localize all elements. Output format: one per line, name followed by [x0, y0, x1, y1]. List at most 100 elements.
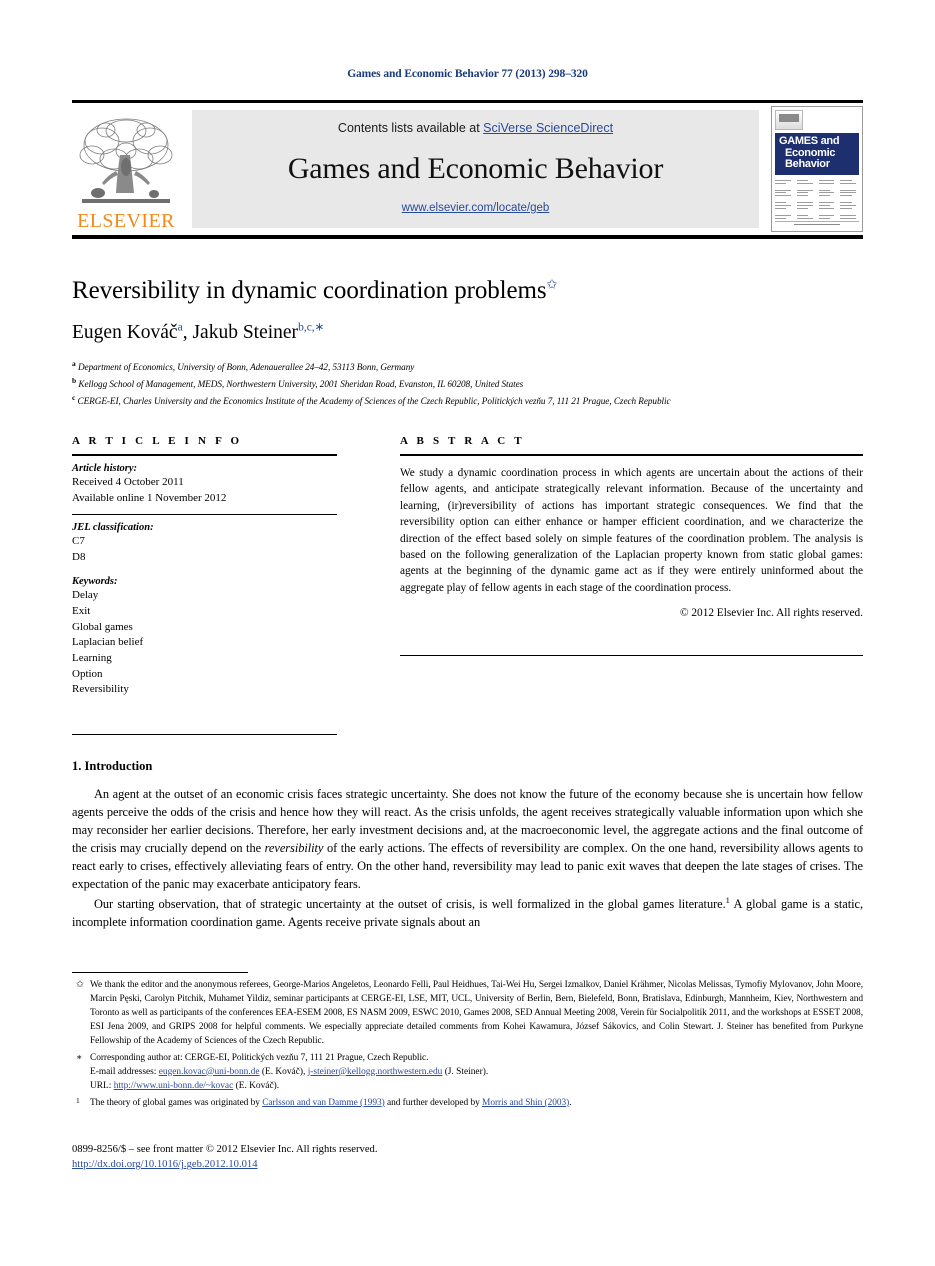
affiliation-item: c CERGE-EI, Charles University and the E…	[72, 392, 863, 409]
acknowledgement-text: We thank the editor and the anonymous re…	[90, 980, 863, 1047]
doi-link[interactable]: http://dx.doi.org/10.1016/j.geb.2012.10.…	[72, 1159, 258, 1170]
introduction-section: 1. Introduction An agent at the outset o…	[72, 759, 863, 932]
abstract-text: We study a dynamic coordination process …	[400, 467, 863, 594]
email-owner-2: (J. Steiner).	[442, 1066, 489, 1077]
paper-title-text: Reversibility in dynamic coordination pr…	[72, 277, 547, 304]
keywords-label: Keywords:	[72, 576, 118, 588]
journal-cover-thumbnail[interactable]: GAMES and Economic Behavior	[771, 106, 863, 232]
section-heading: 1. Introduction	[72, 759, 863, 774]
jel-label: JEL classification:	[72, 522, 154, 534]
paragraph: An agent at the outset of an economic cr…	[72, 786, 863, 894]
jel-classification-group: JEL classification: C7 D8 Keywords: Dela…	[72, 515, 337, 705]
footnote-1-part: .	[569, 1097, 572, 1108]
affiliation-mark: a	[72, 359, 76, 369]
emphasis-reversibility: reversibility	[264, 840, 324, 855]
affiliation-item: a Department of Economics, University of…	[72, 358, 863, 375]
cover-title-line-3: Behavior	[785, 158, 830, 171]
article-info-heading: A R T I C L E I N F O	[72, 435, 243, 448]
article-history-label: Article history:	[72, 463, 138, 475]
footnote-block: ✩ We thank the editor and the anonymous …	[72, 972, 863, 1110]
elsevier-wordmark: ELSEVIER	[77, 210, 175, 232]
paragraph: Our starting observation, that of strate…	[72, 894, 863, 932]
contents-prefix: Contents lists available at	[337, 121, 484, 135]
cover-title-line-1: GAMES and	[779, 135, 840, 148]
sciencedirect-link[interactable]: SciVerse ScienceDirect	[483, 121, 613, 135]
corresponding-author-text: Corresponding author at: CERGE-EI, Polit…	[90, 1052, 429, 1063]
acknowledgement-footnote: ✩ We thank the editor and the anonymous …	[72, 978, 863, 1049]
url-line: URL: http://www.uni-bonn.de/~kovac (E. K…	[72, 1079, 863, 1094]
affiliation-mark: c	[72, 393, 76, 403]
author-affiliation-mark-1[interactable]: a	[178, 321, 183, 333]
affiliation-text: CERGE-EI, Charles University and the Eco…	[77, 396, 671, 407]
journal-band: Contents lists available at SciVerse Sci…	[192, 110, 759, 228]
jel-code: D8	[72, 550, 86, 563]
section-title: Introduction	[84, 758, 153, 773]
page-content: Games and Economic Behavior 77 (2013) 29…	[72, 0, 863, 932]
citation-link-carlsson-van-damme[interactable]: Carlsson and van Damme (1993)	[262, 1098, 385, 1108]
available-online-date: Available online 1 November 2012	[72, 491, 227, 504]
keyword-item: Global games	[72, 620, 133, 633]
issn-line: 0899-8256/$ – see front matter © 2012 El…	[72, 1144, 378, 1155]
acknowledgement-star-icon: ✩	[76, 980, 84, 990]
divider	[72, 733, 337, 735]
received-date: Received 4 October 2011	[72, 476, 184, 489]
footnote-separator-rule	[72, 972, 248, 973]
cover-contents-columns	[775, 178, 859, 219]
corresponding-author-footnote: ∗ Corresponding author at: CERGE-EI, Pol…	[72, 1051, 863, 1065]
affiliation-item: b Kellogg School of Management, MEDS, No…	[72, 375, 863, 392]
running-head: Games and Economic Behavior 77 (2013) 29…	[347, 68, 588, 80]
corresponding-author-star-icon[interactable]: ∗	[315, 321, 325, 333]
email-link-kovac[interactable]: eugen.kovac@uni-bonn.de	[159, 1067, 260, 1077]
author-affiliation-mark-2[interactable]: b,c,	[298, 321, 315, 333]
citation-link-morris-shin[interactable]: Morris and Shin (2003)	[482, 1098, 569, 1108]
url-label: URL:	[90, 1081, 112, 1092]
affiliation-text: Department of Economics, University of B…	[77, 362, 415, 373]
abstract-column: A B S T R A C T We study a dynamic coord…	[400, 435, 863, 735]
jel-code: C7	[72, 535, 85, 548]
cover-footer-rule	[775, 220, 859, 228]
cover-column	[775, 178, 794, 219]
footnote-1-part: The theory of global games was originate…	[90, 1097, 263, 1108]
email-link-steiner[interactable]: j-steiner@kellogg.northwestern.edu	[308, 1067, 443, 1077]
contents-available-line: Contents lists available at SciVerse Sci…	[338, 121, 613, 135]
author-list: Eugen Kováča, Jakub Steinerb,c,∗	[72, 321, 325, 343]
author-name-2: Jakub Steiner	[192, 321, 299, 343]
footnote-1-part: and further developed by	[384, 1097, 483, 1108]
cover-column	[840, 178, 859, 219]
keyword-item: Delay	[72, 589, 99, 602]
article-info-column: A R T I C L E I N F O Article history: R…	[72, 435, 337, 735]
affiliation-list: a Department of Economics, University of…	[72, 358, 863, 409]
elsevier-logo: ELSEVIER	[72, 103, 180, 235]
email-addresses-line: E-mail addresses: eugen.kovac@uni-bonn.d…	[72, 1065, 863, 1080]
keyword-item: Reversibility	[72, 683, 129, 696]
paragraph-part: Our starting observation, that of strate…	[94, 896, 726, 911]
keyword-item: Exit	[72, 605, 91, 618]
journal-homepage-link[interactable]: www.elsevier.com/locate/geb	[402, 202, 550, 214]
page-title: Reversibility in dynamic coordination pr…	[72, 277, 863, 306]
info-abstract-row: A R T I C L E I N F O Article history: R…	[72, 435, 863, 735]
footnote-number-1: 1	[76, 1095, 80, 1105]
elsevier-tree-icon	[76, 115, 176, 210]
cover-publisher-logo-icon	[775, 110, 803, 131]
cover-column	[796, 178, 816, 219]
journal-masthead: ELSEVIER Contents lists available at Sci…	[72, 100, 863, 239]
url-owner: (E. Kováč).	[233, 1081, 280, 1092]
author-name-1: Eugen Kováč	[72, 321, 178, 343]
corresponding-star-icon: ∗	[76, 1052, 83, 1063]
copyright-line: © 2012 Elsevier Inc. All rights reserved…	[679, 607, 863, 620]
title-footnote-star-icon[interactable]: ✩	[546, 277, 557, 292]
abstract-heading: A B S T R A C T	[400, 435, 525, 448]
article-history-group: Article history: Received 4 October 2011…	[72, 456, 337, 514]
issn-doi-footer: 0899-8256/$ – see front matter © 2012 El…	[72, 1142, 377, 1173]
divider	[400, 655, 863, 657]
keyword-item: Option	[72, 667, 103, 680]
numbered-footnote-1: 1 The theory of global games was origina…	[72, 1096, 863, 1110]
keyword-item: Learning	[72, 651, 112, 664]
author-homepage-link[interactable]: http://www.uni-bonn.de/~kovac	[114, 1081, 234, 1091]
journal-title: Games and Economic Behavior	[287, 151, 664, 185]
email-label: E-mail addresses:	[90, 1066, 157, 1077]
email-owner-1: (E. Kováč),	[259, 1066, 308, 1077]
section-number: 1.	[72, 758, 82, 773]
title-block: Reversibility in dynamic coordination pr…	[72, 277, 863, 409]
